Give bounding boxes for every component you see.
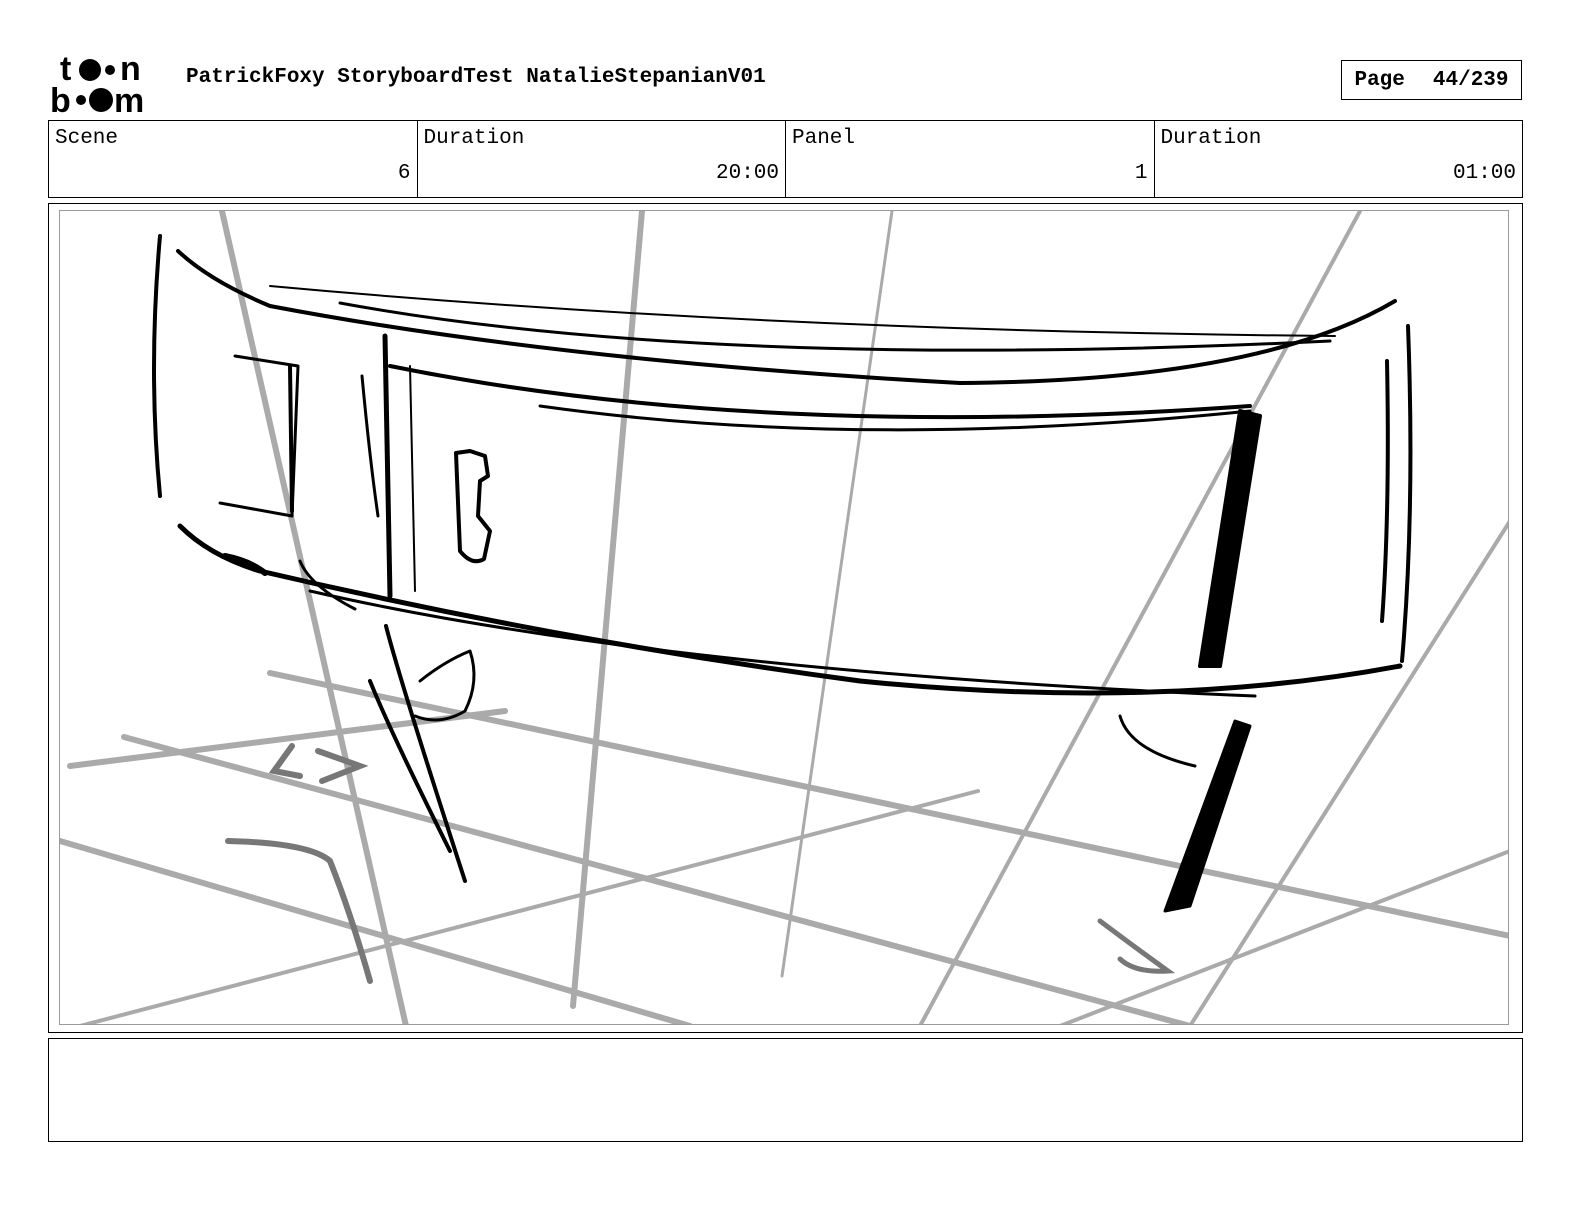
floor-mark <box>315 748 369 784</box>
page-number: 44/239 <box>1432 68 1509 92</box>
panel-cell: Panel 1 <box>786 121 1155 197</box>
sketch-drawing <box>60 211 1508 1024</box>
logo-m: m <box>114 82 144 116</box>
logo-dot <box>105 65 115 75</box>
drawer-divider <box>382 333 393 599</box>
floor-guide-lines <box>60 211 1508 1024</box>
panel-value: 1 <box>1134 162 1148 185</box>
panel-label: Panel <box>792 127 856 150</box>
drawer-divider-inner <box>409 365 416 592</box>
leg-bracket-right <box>1118 714 1197 768</box>
logo-b: b <box>50 82 71 116</box>
dresser-left-edge <box>152 234 162 498</box>
dresser-right-inner-edge <box>1380 359 1390 623</box>
scene-duration-label: Duration <box>423 127 525 150</box>
logo-dot <box>76 95 86 105</box>
floor-mark <box>268 743 303 779</box>
panel-duration-cell: Duration 01:00 <box>1155 121 1523 197</box>
dresser-top-front-edge <box>176 249 1397 385</box>
panel-duration-label: Duration <box>1160 127 1262 150</box>
panel-duration-value: 01:00 <box>1452 162 1516 185</box>
logo-dot <box>89 88 113 112</box>
panel-notes-box <box>48 1038 1523 1142</box>
guide-line <box>267 670 1508 939</box>
toonboom-logo: t n b m <box>50 50 144 116</box>
scene-value: 6 <box>397 162 411 185</box>
dresser-base-line <box>308 589 1257 698</box>
storyboard-panel-image <box>59 210 1509 1025</box>
floor-mark <box>1097 918 1176 974</box>
page-label: Page <box>1354 68 1405 92</box>
guide-line <box>121 734 1193 1024</box>
side-panel-divider <box>360 374 380 518</box>
shadow-stroke <box>222 553 268 576</box>
logo-dot <box>79 59 101 81</box>
scene-duration-value: 20:00 <box>715 162 779 185</box>
scene-cell: Scene 6 <box>49 121 418 197</box>
dresser-top-back-edge <box>269 285 1336 337</box>
front-left-leg <box>384 624 467 883</box>
guide-line <box>219 211 409 1024</box>
panel-info-table: Scene 6 Duration 20:00 Panel 1 Duration … <box>48 120 1523 198</box>
page-indicator: Page 44/239 <box>1341 60 1522 100</box>
document-title: PatrickFoxy StoryboardTest NatalieStepan… <box>186 66 766 89</box>
dresser-sketch <box>152 234 1413 913</box>
drawer-handle <box>454 449 492 564</box>
guide-line <box>79 789 980 1024</box>
front-right-leg <box>1163 719 1252 913</box>
guide-line <box>1188 520 1508 1024</box>
scene-label: Scene <box>55 127 119 150</box>
guide-line <box>60 838 693 1024</box>
storyboard-panel-frame <box>48 203 1523 1033</box>
side-panel-edge <box>288 364 294 513</box>
dresser-top-surface-line <box>338 301 1332 352</box>
dresser-right-edge <box>1400 324 1413 663</box>
scene-duration-cell: Duration 20:00 <box>418 121 786 197</box>
